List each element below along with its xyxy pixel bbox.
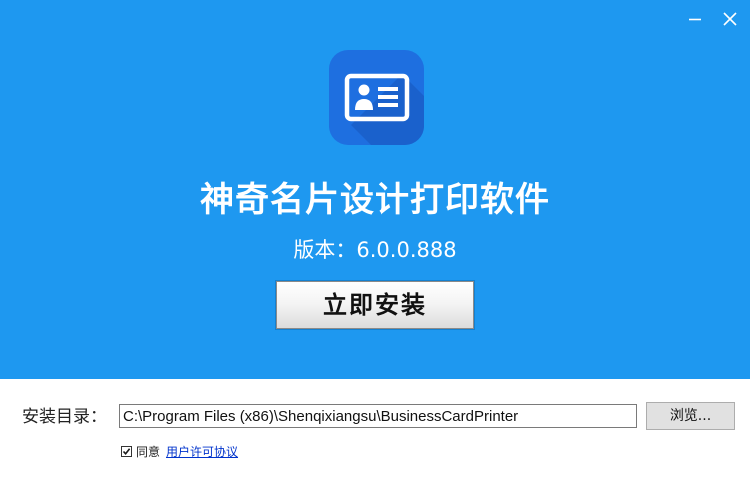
installer-window: 神奇名片设计打印软件 版本：6.0.0.888 立即安装 安装目录： 浏览...… [0,0,750,480]
header-banner: 神奇名片设计打印软件 版本：6.0.0.888 立即安装 [0,0,750,379]
install-path-input[interactable] [119,404,637,428]
close-button[interactable] [719,8,741,30]
app-title: 神奇名片设计打印软件 [200,180,550,220]
agree-label: 同意 [136,444,161,459]
business-card-icon [329,50,424,145]
install-now-button[interactable]: 立即安装 [275,280,475,330]
minimize-icon [689,18,701,21]
browse-button[interactable]: 浏览... [646,402,735,430]
install-dir-label: 安装目录： [22,407,107,427]
license-agreement-link[interactable]: 用户许可协议 [166,443,238,460]
close-icon [723,12,737,26]
minimize-button[interactable] [684,8,706,30]
version-label: 版本：6.0.0.888 [293,238,457,262]
agreement-row: 同意 用户许可协议 [121,443,238,459]
agree-checkbox[interactable] [121,445,132,457]
checkmark-icon [122,447,131,455]
